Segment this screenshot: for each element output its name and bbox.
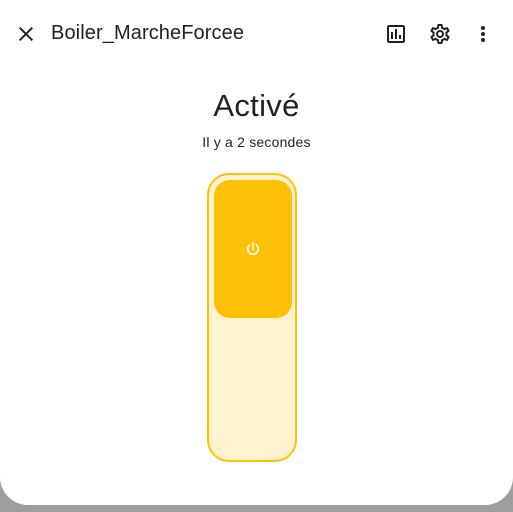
gear-icon [428, 22, 452, 46]
dialog-header: Boiler_MarcheForcee [0, 0, 513, 68]
close-icon [14, 22, 38, 46]
dialog-backdrop: Boiler_MarcheForcee Activé Il y a 2 seco… [0, 0, 513, 512]
chart-box-icon [384, 22, 408, 46]
history-button[interactable] [376, 14, 416, 54]
more-info-dialog: Boiler_MarcheForcee Activé Il y a 2 seco… [0, 0, 513, 505]
last-changed: Il y a 2 secondes [202, 134, 311, 150]
more-options-button[interactable] [463, 14, 503, 54]
dialog-title: Boiler_MarcheForcee [51, 22, 245, 44]
switch-thumb[interactable] [214, 180, 292, 318]
power-icon [244, 240, 262, 258]
big-toggle-switch[interactable] [207, 173, 297, 462]
dots-vertical-icon [471, 22, 495, 46]
entity-state: Activé [213, 88, 300, 123]
close-button[interactable] [6, 14, 46, 54]
settings-button[interactable] [420, 14, 460, 54]
